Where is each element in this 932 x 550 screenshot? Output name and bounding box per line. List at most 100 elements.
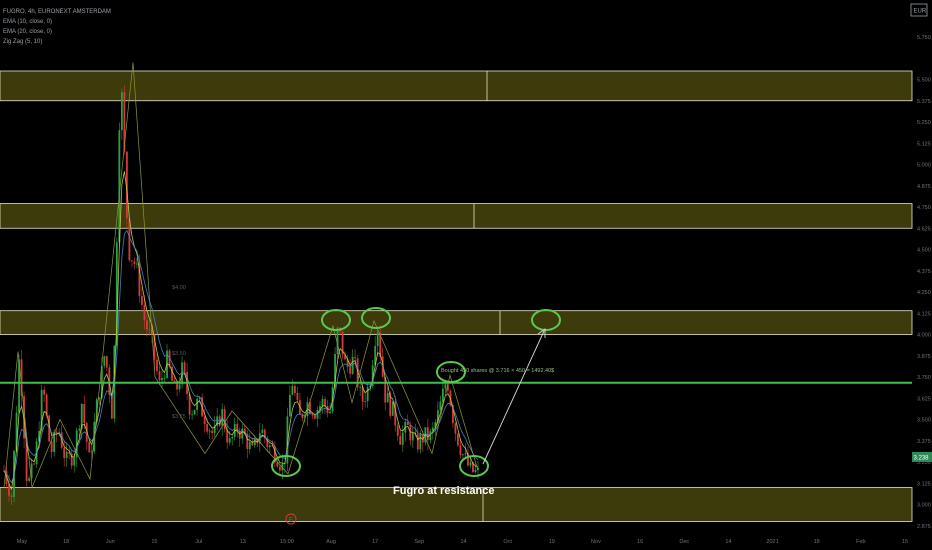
y-tick-label: 5.125 — [917, 141, 931, 147]
candle-body — [419, 434, 422, 450]
x-tick-label: 19 — [549, 539, 555, 545]
candle-body — [136, 263, 138, 265]
x-tick-label: Sep — [414, 539, 424, 545]
candle-body — [143, 304, 146, 321]
x-tick-label: 18 — [814, 539, 820, 545]
candle-body — [439, 401, 442, 411]
candle-body — [444, 384, 447, 389]
candle-body — [457, 433, 459, 446]
x-tick-label: Jul — [195, 539, 202, 545]
candle-body — [441, 388, 444, 402]
y-tick-label: 4.875 — [917, 184, 931, 190]
y-tick-label: 3.500 — [917, 418, 931, 424]
candle-body — [399, 435, 402, 445]
candle-body — [178, 384, 181, 390]
candle-body — [409, 424, 412, 441]
candle-body — [33, 463, 35, 465]
candle-body — [103, 356, 106, 366]
candle — [223, 405, 226, 433]
x-tick-label: 17 — [372, 539, 378, 545]
zone-2 — [0, 310, 913, 335]
candle-body — [253, 438, 256, 446]
candle-body — [386, 392, 389, 403]
y-tick-label: 5.750 — [917, 35, 931, 41]
y-tick-label: 3.375 — [917, 439, 931, 445]
x-tick-label: 15 — [151, 539, 157, 545]
x-tick-label: 14 — [460, 539, 466, 545]
x-tick-label: 13 — [240, 539, 246, 545]
candle-body — [416, 434, 419, 450]
candle-body — [359, 387, 362, 388]
candle-body — [90, 451, 93, 453]
x-tick-label: 15 — [902, 539, 908, 545]
candle-body — [211, 430, 214, 434]
candle-body — [296, 393, 299, 401]
y-tick-label: 5.000 — [917, 163, 931, 169]
candle — [391, 401, 394, 417]
chart-canvas[interactable]: 5.750 5.500 5.375 5.250 5.125 5.000 4.875 4.750… — [0, 0, 932, 550]
candle-body — [183, 362, 186, 372]
candle-body — [316, 409, 319, 419]
time-axis: May 18 Jun 15 Jul 13 15:00 Aug 17 Sep 14 Oct 19 Nov 16… — [17, 539, 908, 545]
y-tick-label: 2.875 — [917, 524, 931, 530]
candle-body — [63, 447, 66, 459]
candle-body — [50, 441, 53, 452]
indicator-zigzag: Zig Zag (5, 10) — [3, 39, 42, 45]
candle-body — [464, 453, 467, 455]
candle-body — [429, 431, 432, 441]
x-tick-label: 15:00 — [280, 539, 294, 545]
y-tick-label: 3.750 — [917, 375, 931, 381]
x-tick-label: 2021 — [766, 539, 778, 545]
candle-body — [454, 423, 457, 434]
candle-body — [354, 357, 357, 359]
y-tick-label: 5.500 — [917, 78, 931, 84]
y-tick-label: 5.250 — [917, 120, 931, 126]
candle-body — [401, 432, 404, 445]
candle-body — [474, 470, 477, 473]
candle-body — [105, 356, 108, 368]
candle-body — [65, 451, 68, 459]
candle-body — [43, 389, 46, 395]
callout-text: Fugro at resistance — [393, 485, 494, 497]
y-tick-label: 3.125 — [917, 481, 931, 487]
candle-body — [289, 394, 291, 417]
x-tick-label: May — [17, 539, 28, 545]
y-tick-label: 4.500 — [917, 248, 931, 254]
candle-body — [156, 359, 158, 372]
zone-1 — [0, 203, 913, 229]
y-tick-label: 4.750 — [917, 205, 931, 211]
currency-badge: EUR — [914, 9, 927, 15]
price-chart[interactable]: 5.750 5.500 5.375 5.250 5.125 5.000 4.875 4.750… — [0, 0, 932, 550]
candle-body — [246, 434, 249, 450]
candle-body — [268, 445, 271, 448]
candle-body — [120, 92, 123, 131]
candle-body — [376, 332, 379, 347]
candle-body — [28, 478, 30, 481]
candle-body — [10, 495, 13, 498]
candle-body — [321, 399, 324, 407]
y-tick-label: 4.625 — [917, 226, 931, 232]
x-tick-label: 14 — [725, 539, 731, 545]
candle-body — [278, 466, 281, 471]
candle-body — [88, 441, 91, 453]
candle-body — [83, 404, 86, 423]
y-tick-label: 4.375 — [917, 269, 931, 275]
candle-body — [78, 428, 81, 431]
candle-body — [196, 398, 199, 410]
x-tick-label: Dec — [679, 539, 689, 545]
candle-body — [238, 431, 241, 439]
candle-body — [396, 425, 399, 436]
candle-body — [261, 429, 264, 434]
y-tick-label: 5.375 — [917, 99, 931, 105]
candle-body — [148, 329, 151, 331]
y-tick-label: 3.625 — [917, 396, 931, 402]
candle-body — [426, 427, 429, 441]
candle-body — [163, 377, 166, 379]
candle — [193, 409, 196, 415]
current-price-label: 3.238 — [914, 456, 930, 462]
candle-body — [311, 414, 314, 416]
candle-body — [391, 401, 394, 416]
x-tick-label: 18 — [63, 539, 69, 545]
candle-body — [193, 409, 196, 415]
candle-body — [228, 438, 231, 443]
